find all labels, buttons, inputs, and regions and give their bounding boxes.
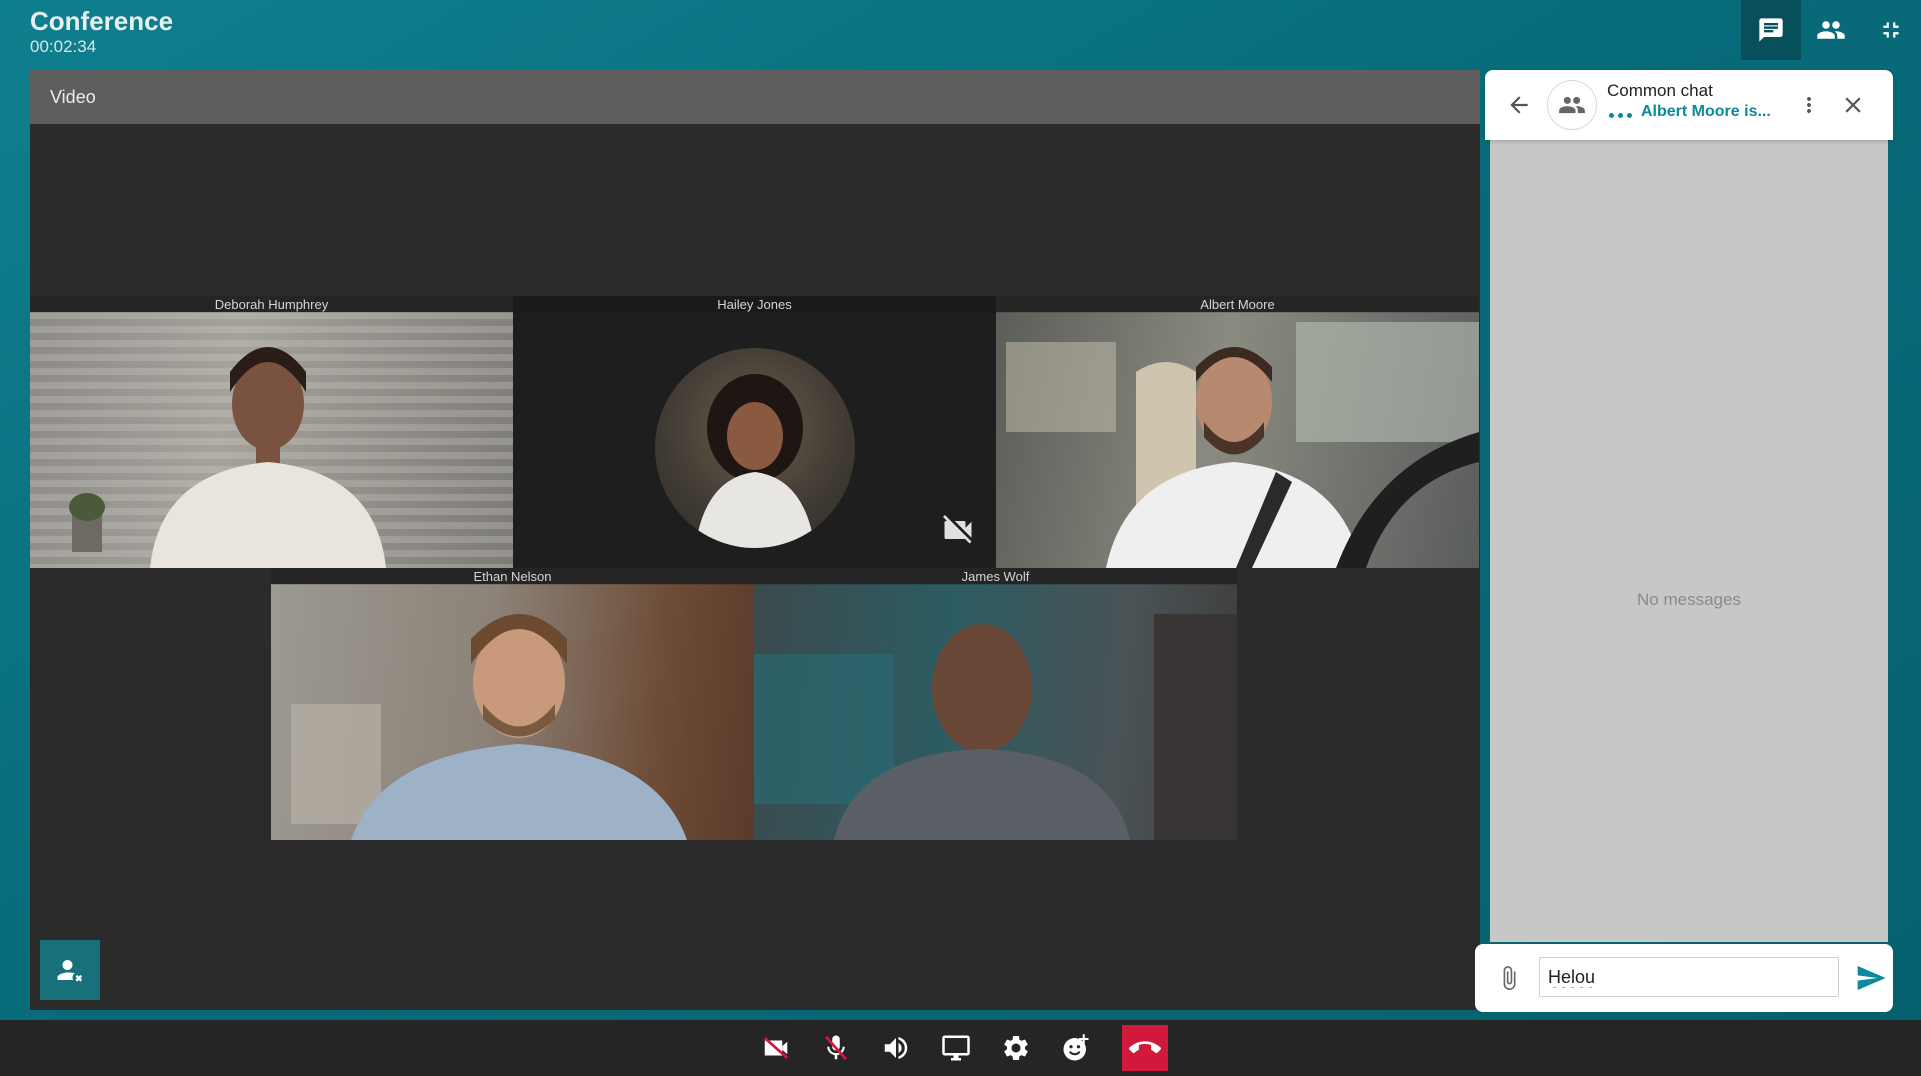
video-panel-header: Video: [30, 70, 1480, 124]
chat-input-bar: [1475, 944, 1893, 1012]
video-feed: [271, 584, 754, 840]
reactions-button[interactable]: [1054, 1026, 1098, 1070]
video-tile[interactable]: Deborah Humphrey: [30, 296, 513, 568]
typing-dots-icon: [1609, 112, 1632, 118]
send-message-button[interactable]: [1851, 958, 1891, 998]
participant-silhouette: [30, 312, 513, 568]
group-icon: [1559, 96, 1585, 114]
video-feed: [996, 312, 1479, 568]
participant-name: James Wolf: [754, 568, 1237, 585]
call-toolbar: [0, 1020, 1921, 1076]
emoji-add-icon: [1063, 1034, 1088, 1061]
close-icon: [1845, 97, 1861, 113]
video-tile[interactable]: Albert Moore: [996, 296, 1479, 568]
chat-toggle-button[interactable]: [1741, 0, 1801, 60]
chat-header: Common chat Albert Moore is...: [1485, 70, 1893, 140]
video-tile[interactable]: James Wolf: [754, 568, 1237, 840]
chat-back-button[interactable]: [1501, 87, 1537, 123]
video-feed: [30, 312, 513, 568]
camera-toggle-button[interactable]: [754, 1026, 798, 1070]
person-remove-icon: [57, 960, 83, 982]
screen-share-button[interactable]: [934, 1026, 978, 1070]
participants-button[interactable]: [1801, 0, 1861, 60]
chat-close-button[interactable]: [1835, 87, 1871, 123]
volume-icon: [884, 1037, 907, 1059]
monitor-icon: [941, 1035, 970, 1061]
settings-button[interactable]: [994, 1026, 1038, 1070]
send-icon: [1857, 966, 1886, 990]
more-vert-icon: [1807, 97, 1811, 113]
gear-icon: [1003, 1036, 1028, 1060]
phone-hangup-icon: [1128, 1041, 1161, 1054]
message-input[interactable]: [1539, 957, 1839, 997]
video-tile[interactable]: Hailey Jones: [513, 296, 996, 568]
video-off-icon: [943, 515, 972, 544]
typing-indicator: Albert Moore is...: [1609, 103, 1771, 121]
top-actions: [1741, 0, 1921, 60]
mic-off-icon: [824, 1035, 847, 1061]
participant-name: Albert Moore: [996, 296, 1479, 313]
arrow-back-icon: [1510, 96, 1528, 114]
participant-silhouette: [754, 614, 1237, 840]
chat-group-avatar: [1547, 80, 1597, 130]
chat-icon: [1759, 18, 1783, 42]
fullscreen-exit-icon: [1883, 22, 1899, 38]
video-feed: [754, 584, 1237, 840]
app-title: Conference: [30, 6, 174, 36]
attachment-icon: [1503, 966, 1516, 990]
video-panel: Video Deborah Humphrey Hailey Jones Albe…: [30, 70, 1480, 1010]
chat-title: Common chat: [1607, 81, 1713, 100]
hang-up-button[interactable]: [1121, 1025, 1168, 1071]
participant-silhouette: [695, 374, 815, 548]
participant-name: Ethan Nelson: [271, 568, 754, 585]
attach-file-button[interactable]: [1491, 958, 1527, 998]
participant-silhouette: [291, 614, 687, 840]
microphone-toggle-button[interactable]: [814, 1026, 858, 1070]
video-tile[interactable]: Ethan Nelson: [271, 568, 754, 840]
participant-avatar: [655, 348, 855, 548]
video-off-icon: [763, 1036, 788, 1060]
exit-fullscreen-button[interactable]: [1861, 0, 1921, 60]
participant-silhouette: [1006, 322, 1479, 568]
chat-panel: No messages Common chat Albert Moore is.…: [1475, 70, 1893, 1012]
hide-self-view-button[interactable]: [40, 940, 100, 1000]
people-icon: [1817, 21, 1845, 39]
call-timer: 00:02:34: [30, 37, 97, 56]
empty-messages-text: No messages: [1637, 590, 1741, 609]
chat-messages-area[interactable]: No messages: [1490, 134, 1888, 942]
chat-more-button[interactable]: [1791, 87, 1827, 123]
speaker-button[interactable]: [874, 1026, 918, 1070]
video-feed: [513, 312, 996, 568]
typing-status-text: Albert Moore is...: [1641, 103, 1771, 120]
participant-name: Hailey Jones: [513, 296, 996, 313]
participant-name: Deborah Humphrey: [30, 296, 513, 313]
